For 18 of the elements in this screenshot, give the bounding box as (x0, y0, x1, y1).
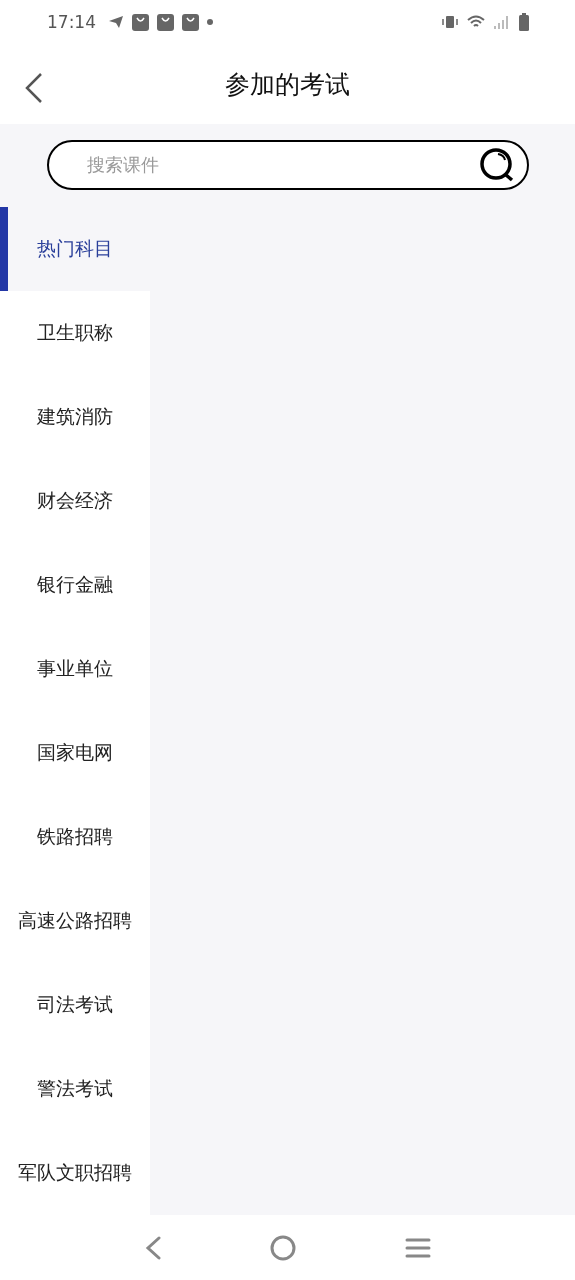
vibrate-icon (441, 15, 459, 30)
search-bar[interactable]: 搜索课件 (46, 139, 529, 190)
page-title: 参加的考试 (225, 68, 350, 101)
home-icon[interactable] (269, 1234, 296, 1261)
send-icon (108, 15, 124, 30)
signal-icon (493, 14, 511, 31)
bag-icon (132, 13, 149, 31)
search-icon[interactable] (478, 147, 515, 182)
status-time: 17:14 (47, 12, 96, 33)
back-icon[interactable] (144, 1235, 161, 1260)
bag-icon (157, 13, 174, 31)
battery-icon (519, 13, 529, 32)
search-field[interactable]: 搜索课件 (84, 153, 479, 176)
bag-icon (182, 13, 199, 31)
dot-icon (207, 19, 213, 26)
back-icon[interactable] (25, 73, 43, 104)
category-item[interactable]: 热门科目 (0, 207, 150, 291)
menu-icon[interactable] (404, 1236, 431, 1259)
